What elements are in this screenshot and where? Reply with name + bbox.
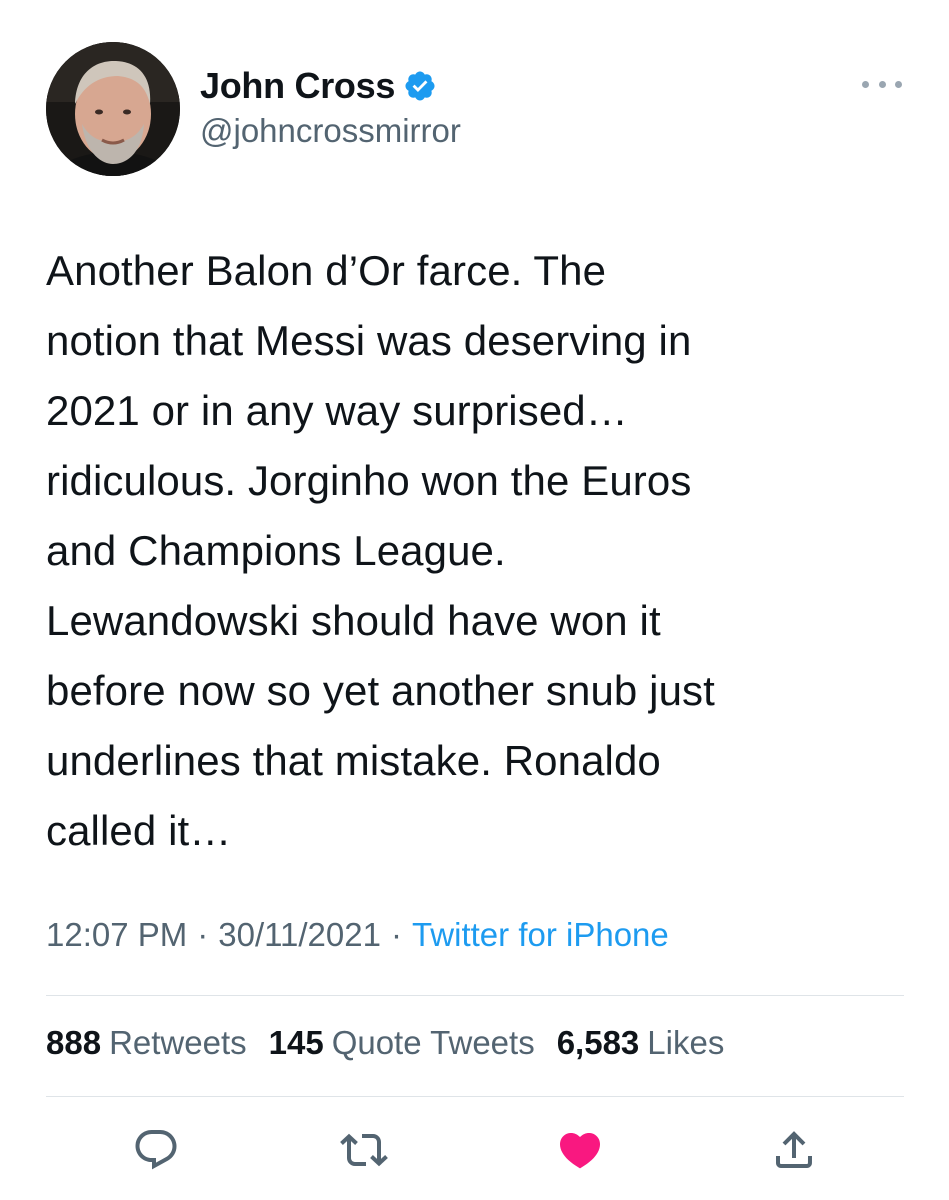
avatar-photo — [46, 42, 180, 176]
retweet-icon — [340, 1133, 388, 1167]
tweet-date[interactable]: 30/11/2021 — [218, 916, 381, 954]
more-options-icon[interactable] — [862, 72, 902, 96]
verified-badge-icon — [403, 69, 437, 103]
quote-tweets-label: Quote Tweets — [331, 1024, 535, 1061]
reply-button[interactable] — [132, 1126, 180, 1174]
more-dot — [862, 80, 869, 88]
likes-count: 6,583 — [556, 1024, 640, 1061]
share-button[interactable] — [770, 1126, 818, 1174]
meta-separator: · — [390, 916, 402, 953]
divider — [46, 995, 904, 996]
retweet-button[interactable] — [340, 1126, 388, 1174]
author-name-row[interactable]: John Cross — [200, 62, 437, 110]
retweets-label: Retweets — [109, 1024, 247, 1061]
quote-tweets-stat[interactable]: 145 Quote Tweets — [269, 1024, 535, 1062]
reply-icon — [135, 1130, 177, 1170]
share-icon — [776, 1131, 812, 1168]
tweet-meta: 12:07 PM · 30/11/2021 · Twitter for iPho… — [46, 916, 669, 954]
tweet-text: Another Balon d’Or farce. The notion tha… — [46, 247, 715, 854]
likes-stat[interactable]: 6,583 Likes — [557, 1024, 725, 1062]
meta-separator: · — [197, 916, 209, 953]
tweet-source-link[interactable]: Twitter for iPhone — [412, 916, 669, 954]
retweets-count: 888 — [46, 1024, 102, 1061]
divider — [46, 1096, 904, 1097]
like-button[interactable] — [556, 1126, 604, 1174]
tweet-stats: 888 Retweets 145 Quote Tweets 6,583 Likes — [46, 1024, 746, 1062]
like-filled-icon — [559, 1133, 601, 1169]
author-display-name[interactable]: John Cross — [200, 65, 395, 107]
retweets-stat[interactable]: 888 Retweets — [46, 1024, 247, 1062]
likes-label: Likes — [647, 1024, 725, 1061]
tweet-card: John Cross @johncrossmirror Another Balo… — [0, 0, 949, 1200]
more-dot — [895, 80, 902, 88]
action-bar — [0, 1120, 949, 1180]
avatar[interactable] — [46, 42, 180, 176]
quote-tweets-count: 145 — [268, 1024, 324, 1061]
more-dot — [878, 80, 886, 88]
author-handle[interactable]: @johncrossmirror — [200, 112, 461, 150]
tweet-time[interactable]: 12:07 PM — [46, 916, 187, 954]
